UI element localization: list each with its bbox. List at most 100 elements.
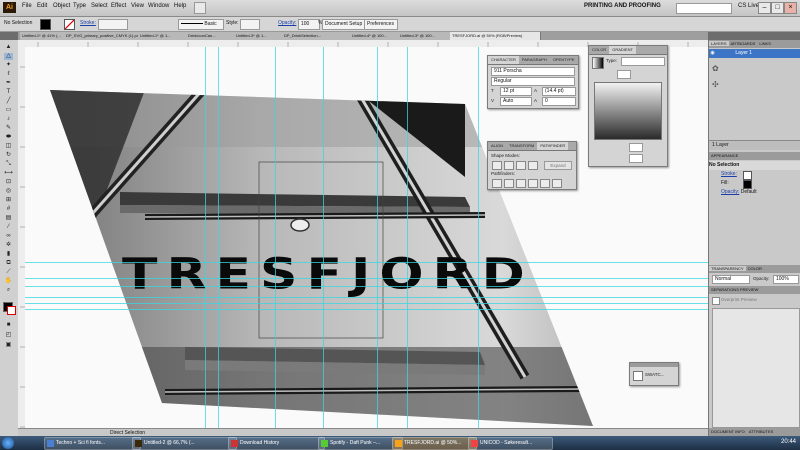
tab-links[interactable]: LINKS	[757, 41, 773, 46]
taskbar-item[interactable]: Spotify - Daft Punk –...	[318, 437, 403, 450]
type-tool-icon[interactable]: T	[4, 89, 13, 96]
fill-swatch[interactable]	[40, 19, 51, 30]
doc-tab[interactable]: Untitled-1* @ 1...	[138, 32, 187, 40]
selection-tool-icon[interactable]: ▲	[4, 44, 13, 51]
tab-artboards[interactable]: ARTBOARDS	[729, 41, 758, 46]
intersect-icon[interactable]	[516, 161, 526, 170]
lasso-tool-icon[interactable]: ℓ	[4, 71, 13, 78]
tab-document-info[interactable]: DOCUMENT INFO	[709, 429, 747, 434]
crop-icon[interactable]	[528, 179, 538, 188]
menu-object[interactable]: Object	[53, 3, 70, 9]
rectangle-tool-icon[interactable]: ▭	[4, 107, 13, 114]
guide-vertical[interactable]	[218, 47, 219, 436]
guide-vertical[interactable]	[377, 47, 378, 436]
bridge-button[interactable]	[194, 2, 206, 14]
panel-grip[interactable]	[630, 363, 678, 367]
guide-vertical[interactable]	[323, 47, 324, 436]
font-style-field[interactable]: Regular	[491, 77, 575, 86]
visibility-eye-icon[interactable]: ◉	[709, 49, 716, 58]
doc-tab[interactable]: Untitled-1* @ 41% (...	[20, 32, 65, 40]
font-family-field[interactable]: 911 Porscha	[491, 67, 575, 76]
perspective-grid-tool-icon[interactable]: ⊞	[4, 197, 13, 204]
blob-brush-tool-icon[interactable]: ⬬	[4, 134, 13, 141]
hand-tool-icon[interactable]: ✋	[4, 278, 13, 285]
guide-horizontal[interactable]	[25, 303, 708, 304]
opacity-label[interactable]: Opacity:	[278, 20, 296, 26]
expand-button[interactable]: Expand	[544, 161, 572, 170]
taskbar-item[interactable]: Download History	[228, 437, 325, 450]
tab-character[interactable]: CHARACTER	[488, 56, 519, 64]
stroke-weight-field[interactable]	[98, 19, 128, 30]
menu-file[interactable]: File	[22, 3, 32, 9]
taskbar-item[interactable]: UNICOD - Søkeresult...	[468, 437, 553, 450]
stroke-color-icon[interactable]	[7, 306, 16, 315]
layer-name[interactable]: Layer 1	[717, 50, 752, 56]
brush-dropdown[interactable]: Basic	[178, 19, 224, 30]
rotate-tool-icon[interactable]: ↻	[4, 152, 13, 159]
taskbar-item[interactable]: Techno + Sci fi fonts...	[44, 437, 141, 450]
menu-window[interactable]: Window	[148, 3, 169, 9]
search-input[interactable]	[676, 3, 732, 14]
menu-edit[interactable]: Edit	[37, 3, 47, 9]
system-clock[interactable]: 20:44	[781, 439, 796, 445]
appearance-fill-row[interactable]: Fill:	[709, 179, 800, 189]
start-button[interactable]	[2, 437, 14, 449]
tracking-field[interactable]: 0	[542, 97, 576, 106]
tab-attributes[interactable]: ATTRIBUTES	[747, 429, 776, 434]
pen-tool-icon[interactable]: ✒	[4, 80, 13, 87]
guide-vertical[interactable]	[407, 47, 408, 436]
guide-horizontal[interactable]	[25, 278, 708, 279]
appearance-stroke-row[interactable]: Stroke:	[709, 170, 800, 180]
tab-opentype[interactable]: OPENTYPE	[550, 56, 578, 64]
tab-pathfinder[interactable]: PATHFINDER	[537, 142, 569, 150]
screen-mode-icon[interactable]: ▣	[4, 342, 13, 349]
blend-mode-dropdown[interactable]: Normal	[712, 275, 750, 284]
guide-vertical[interactable]	[205, 47, 206, 436]
paintbrush-tool-icon[interactable]: ♪	[4, 116, 13, 123]
eraser-tool-icon[interactable]: ◫	[4, 143, 13, 150]
gradient-type-dropdown[interactable]	[621, 57, 665, 66]
menu-help[interactable]: Help	[174, 3, 186, 9]
slice-tool-icon[interactable]: ⟋	[4, 269, 13, 276]
unite-icon[interactable]	[492, 161, 502, 170]
gradient-thumbnail[interactable]	[592, 57, 604, 69]
menu-select[interactable]: Select	[91, 3, 108, 9]
doc-tab[interactable]: DrinkIconCan...	[186, 32, 235, 40]
outline-icon[interactable]	[540, 179, 550, 188]
guide-horizontal[interactable]	[25, 297, 708, 298]
style-dropdown[interactable]	[240, 19, 260, 30]
overprint-checkbox[interactable]	[712, 297, 720, 305]
trim-icon[interactable]	[504, 179, 514, 188]
menu-view[interactable]: View	[131, 3, 144, 9]
appearance-stroke-label[interactable]: Stroke:	[709, 171, 737, 177]
appearance-opacity-row[interactable]: Opacity: Default	[709, 188, 800, 197]
guide-horizontal[interactable]	[25, 309, 708, 310]
headline-text[interactable]: TRESFJORD	[122, 250, 534, 299]
transparency-opacity-field[interactable]: 100%	[773, 275, 799, 284]
doc-tab[interactable]: Untitled-3* @ 1...	[234, 32, 283, 40]
tab-transform[interactable]: TRANSFORM	[506, 142, 537, 150]
kerning-field[interactable]: Auto	[500, 97, 532, 106]
stroke-label[interactable]: Stroke:	[80, 20, 96, 26]
taskbar-item[interactable]: Untitled-2 @ 66,7% (...	[132, 437, 237, 450]
swatches-icon[interactable]	[633, 371, 643, 381]
swatches-label[interactable]: SWATC...	[645, 372, 665, 377]
column-graph-tool-icon[interactable]: ▮	[4, 251, 13, 258]
scale-tool-icon[interactable]: ⤡	[4, 161, 13, 168]
taskbar-item-active[interactable]: TRESFJORD.ai @ 50%...	[392, 437, 477, 450]
tab-color[interactable]: COLOR	[746, 266, 764, 271]
tab-appearance[interactable]: APPEARANCE	[709, 153, 740, 158]
doc-tab[interactable]: DP_DrinkSelection...	[282, 32, 351, 40]
document-setup-button[interactable]: Document Setup	[322, 19, 366, 30]
stroke-swatch[interactable]	[64, 19, 75, 30]
close-button[interactable]: ×	[784, 2, 797, 14]
tab-gradient[interactable]: GRADIENT	[609, 46, 636, 54]
symbols-icon[interactable]: ✣	[712, 80, 719, 89]
minus-front-icon[interactable]	[504, 161, 514, 170]
shape-builder-tool-icon[interactable]: ◎	[4, 188, 13, 195]
divide-icon[interactable]	[492, 179, 502, 188]
merge-icon[interactable]	[516, 179, 526, 188]
free-transform-tool-icon[interactable]: ⊡	[4, 179, 13, 186]
artboard-tool-icon[interactable]: ⧉	[4, 260, 13, 267]
tab-transparency[interactable]: TRANSPARENCY	[709, 266, 746, 271]
